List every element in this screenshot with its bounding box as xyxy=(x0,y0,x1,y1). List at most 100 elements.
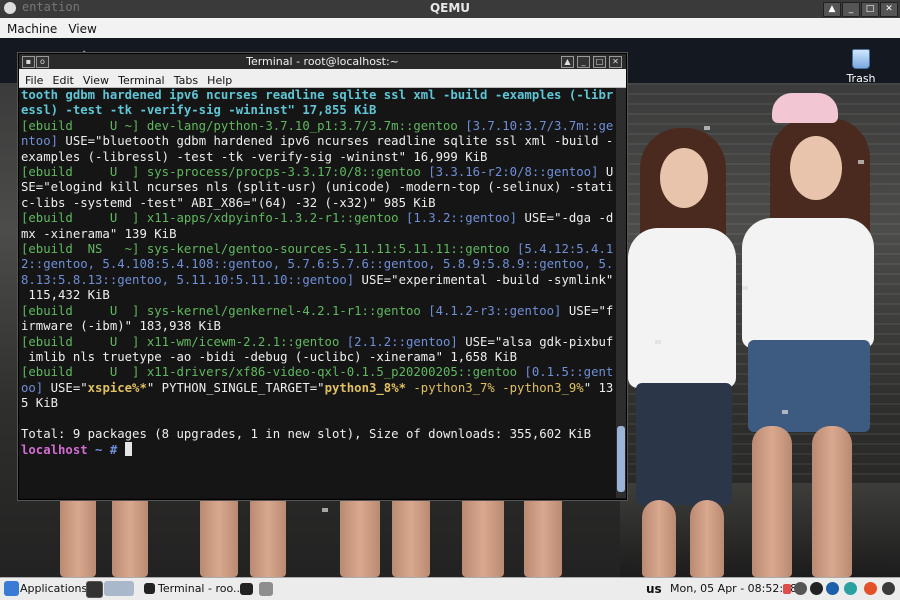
terminal-line: tooth gdbm hardened ipv6 ncurses readlin… xyxy=(21,88,614,102)
wallpaper-person-face xyxy=(660,148,708,208)
user-icon[interactable] xyxy=(810,582,823,595)
wallpaper-figure xyxy=(752,426,792,577)
terminal-line: " 13 xyxy=(583,380,614,395)
package-version: [4.1.2-r3::gentoo] xyxy=(420,303,562,318)
package-version: [1.3.2::gentoo] xyxy=(398,211,518,226)
terminal-maximize-button[interactable]: □ xyxy=(593,56,606,68)
terminal-line: imlib nls truetype -ao -bidi -debug (-uc… xyxy=(21,349,518,364)
use-flag: xspice%* xyxy=(87,380,147,395)
package-name: dev-lang/python-3.7.10_p1:3.7/3.7m::gent… xyxy=(146,118,458,133)
clock[interactable]: Mon, 05 Apr - 08:52:48 xyxy=(670,581,797,597)
guest-desktop: ✥ Trash ▪ o Terminal - root@localhost:~ … xyxy=(0,38,900,577)
qemu-menubar: Machine View xyxy=(0,18,900,39)
qemu-titlebar: entation QEMU ▲ _ □ ✕ xyxy=(0,0,900,18)
package-name: sys-process/procps-3.3.17:0/8::gentoo xyxy=(146,165,421,180)
terminal-window-title: Terminal - root@localhost:~ xyxy=(246,55,399,68)
wallpaper-figure xyxy=(642,500,676,577)
use-flag: python3_8%* xyxy=(324,380,406,395)
wallpaper-confetti xyxy=(704,126,710,130)
terminal-line: U xyxy=(598,165,614,180)
trash-icon xyxy=(852,49,870,69)
qemu-maximize-button[interactable]: □ xyxy=(861,2,879,17)
update-icon[interactable] xyxy=(844,582,857,595)
terminal-line: examples (-libressl) -test -tk -verify-s… xyxy=(21,149,488,164)
lock-icon[interactable] xyxy=(826,582,839,595)
package-name: x11-drivers/xf86-video-qxl-0.1.5_p202002… xyxy=(146,365,518,380)
terminal-tray-icon[interactable] xyxy=(240,583,253,595)
package-name: x11-apps/xdpyinfo-1.3.2-r1::gentoo xyxy=(146,211,399,226)
applications-menu-button[interactable]: Applications xyxy=(20,581,87,597)
wallpaper-confetti xyxy=(742,286,748,290)
terminal-line: USE="bluetooth gdbm hardened ipv6 ncurse… xyxy=(58,134,614,149)
keyboard-layout-indicator[interactable]: us xyxy=(646,581,662,597)
ebuild-tag: [ebuild U ] xyxy=(21,165,147,180)
terminal-shade-button[interactable]: ▲ xyxy=(561,56,574,68)
package-name: sys-kernel/genkernel-4.2.1-r1::gentoo xyxy=(146,303,421,318)
terminal-menubar: File Edit View Terminal Tabs Help xyxy=(19,69,626,88)
taskbar: Applications Terminal - roo... us Mon, 0… xyxy=(0,577,900,600)
notification-icon[interactable] xyxy=(783,584,791,594)
volume-icon[interactable] xyxy=(259,582,273,596)
package-name: sys-kernel/gentoo-sources-5.11.11:5.11.1… xyxy=(146,242,510,257)
terminal-line: USE="-dga -d xyxy=(517,211,614,226)
workspace-switcher[interactable] xyxy=(104,581,134,596)
wallpaper-confetti xyxy=(655,340,661,344)
settings-icon[interactable] xyxy=(882,582,895,595)
wallpaper-confetti xyxy=(782,410,788,414)
wallpaper-person-body xyxy=(742,218,874,348)
trash-label: Trash xyxy=(846,72,876,85)
wallpaper-figure xyxy=(690,500,724,577)
package-version: oo] xyxy=(21,380,44,395)
package-version: 2::gentoo, 5.4.108:5.4.108::gentoo, 5.7.… xyxy=(21,257,614,272)
prompt-dir: ~ # xyxy=(95,443,118,458)
terminal-window[interactable]: ▪ o Terminal - root@localhost:~ ▲ _ □ ✕ … xyxy=(18,53,627,500)
qemu-shade-button[interactable]: ▲ xyxy=(823,2,841,17)
package-version: 8.13:5.8.13::gentoo, 5.11.10:5.11.10::ge… xyxy=(21,272,355,287)
applications-menu-icon[interactable] xyxy=(4,581,19,596)
menu-view[interactable]: View xyxy=(65,19,99,39)
wallpaper-person-headband xyxy=(772,93,838,123)
terminal-minimize-button[interactable]: _ xyxy=(577,56,590,68)
package-version: [5.4.12:5.4.1 xyxy=(509,242,614,257)
terminal-line: SE="elogind kill ncurses nls (split-usr)… xyxy=(21,180,614,195)
terminal-output-area[interactable]: tooth gdbm hardened ipv6 ncurses readlin… xyxy=(19,88,616,498)
package-version: [2.1.2::gentoo] xyxy=(339,334,458,349)
package-version: [3.3.16-r2:0/8::gentoo] xyxy=(420,165,599,180)
use-flag: -python3_7% -python3_9% xyxy=(406,380,584,395)
terminal-scrollbar[interactable] xyxy=(616,88,626,498)
package-version: [3.7.10:3.7/3.7m::ge xyxy=(457,118,614,133)
terminal-close-button[interactable]: ✕ xyxy=(609,56,622,68)
wallpaper-person-body xyxy=(628,228,736,388)
ebuild-tag: [ebuild U ] xyxy=(21,303,147,318)
wallpaper-person-shorts xyxy=(636,383,732,505)
terminal-line: essl) -test -tk -verify-sig -wininst" 17… xyxy=(21,103,377,118)
wallpaper-person-shorts xyxy=(748,340,870,432)
terminal-scrollbar-thumb[interactable] xyxy=(617,426,625,492)
terminal-line: c-libs -systemd -test" ABI_X86="(64) -32… xyxy=(21,195,436,210)
terminal-launcher-icon[interactable] xyxy=(86,581,103,598)
terminal-line: USE="experimental -build -symlink" xyxy=(354,272,614,287)
menu-machine[interactable]: Machine xyxy=(4,19,60,39)
package-name: x11-wm/icewm-2.2.1::gentoo xyxy=(146,334,340,349)
wallpaper-confetti xyxy=(858,160,864,164)
package-version: [0.1.5::gent xyxy=(517,365,614,380)
desktop-icon-trash[interactable]: Trash xyxy=(843,46,879,85)
text-cursor xyxy=(124,442,132,457)
terminal-line: USE="alsa gdk-pixbuf xyxy=(457,334,614,349)
terminal-output-text: tooth gdbm hardened ipv6 ncurses readlin… xyxy=(21,88,615,459)
wallpaper-confetti xyxy=(322,508,328,512)
ebuild-tag: [ebuild U ~] xyxy=(21,118,147,133)
package-version: ntoo] xyxy=(21,134,59,149)
task-button-terminal[interactable]: Terminal - roo... xyxy=(158,581,244,597)
terminal-line: USE="f xyxy=(561,303,614,318)
terminal-line: irmware (-ibm)" 183,938 KiB xyxy=(21,319,221,334)
terminal-line: mx -xinerama" 139 KiB xyxy=(21,226,177,241)
network-icon[interactable] xyxy=(794,582,807,595)
ebuild-tag: [ebuild NS ~] xyxy=(21,242,147,257)
qemu-minimize-button[interactable]: _ xyxy=(842,2,860,17)
prompt-host: localhost xyxy=(21,443,88,458)
power-icon[interactable] xyxy=(864,582,877,595)
ebuild-tag: [ebuild U ] xyxy=(21,211,147,226)
qemu-close-button[interactable]: ✕ xyxy=(880,2,898,17)
terminal-titlebar[interactable]: ▪ o Terminal - root@localhost:~ ▲ _ □ ✕ xyxy=(19,54,626,69)
